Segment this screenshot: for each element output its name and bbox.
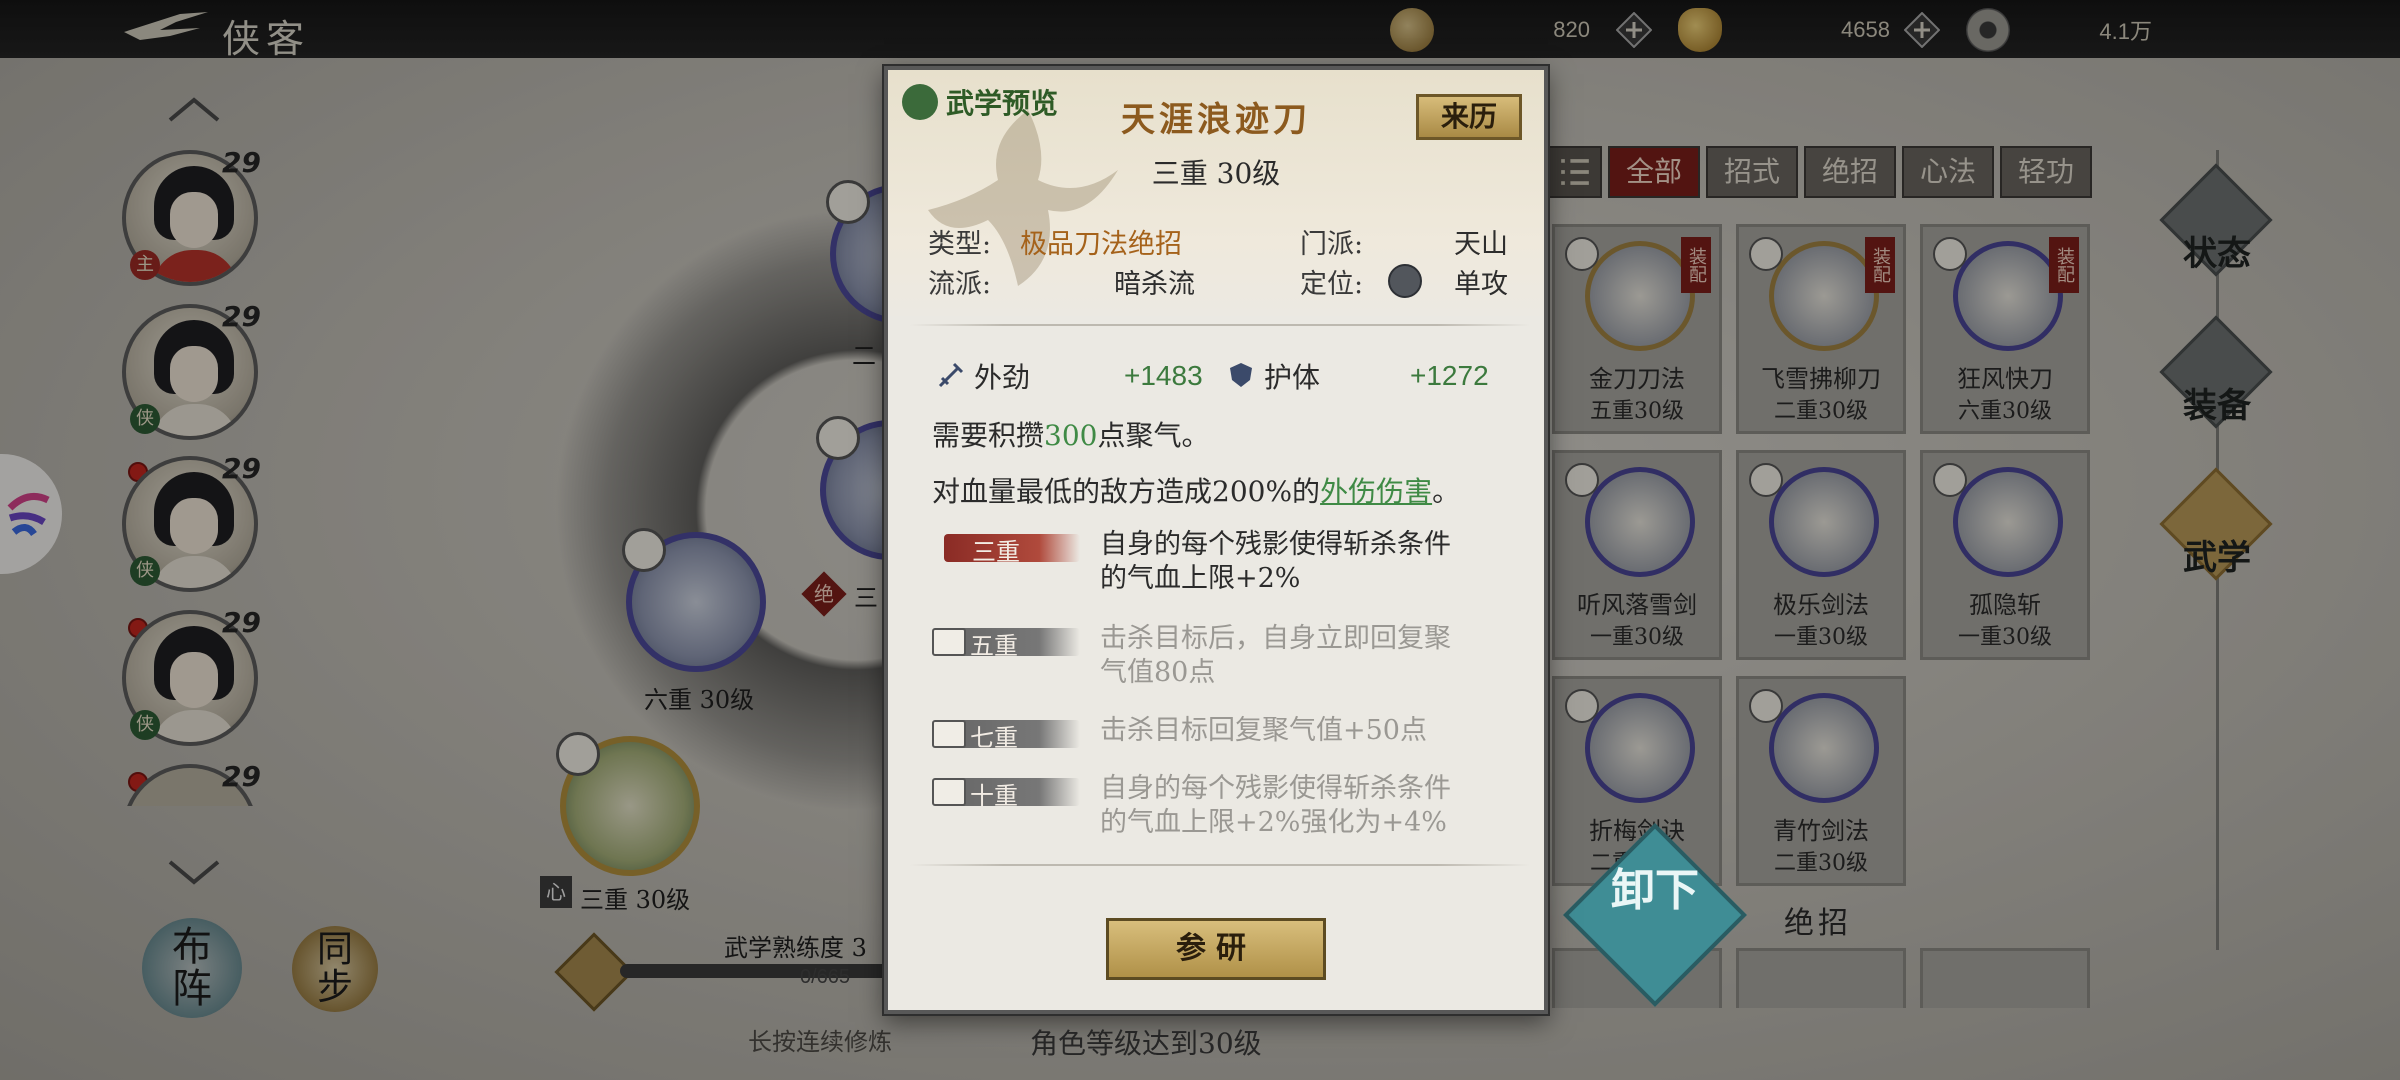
stat-value: +1272 <box>1410 360 1489 391</box>
effect-description: 对血量最低的敌方造成200%的外伤伤害。 <box>932 475 1461 508</box>
divider <box>910 324 1530 326</box>
stat-name: 护体 <box>1264 361 1321 394</box>
attr-sect-label: 门派: <box>1300 229 1364 260</box>
stat-value: +1483 <box>1124 360 1203 391</box>
skill-preview-panel: 武学预览 天涯浪迹刀 三重 30级 来历 类型: 极品刀法绝招 门派: 天山 流… <box>884 66 1548 1014</box>
tier-description: 击杀目标后，自身立即回复聚 气值80点 <box>1100 623 1451 688</box>
tier-badge: 十重 <box>932 774 1082 810</box>
stat-name: 外劲 <box>974 361 1031 394</box>
study-button[interactable]: 参研 <box>1106 918 1326 980</box>
energy-requirement: 需要积攒300点聚气。 <box>932 419 1210 452</box>
attr-type-value: 极品刀法绝招 <box>1020 229 1182 260</box>
attr-school-label: 流派: <box>928 269 992 300</box>
divider <box>910 864 1530 866</box>
tier-description: 击杀目标回复聚气值+50点 <box>1100 715 1427 746</box>
attr-role-label: 定位: <box>1300 269 1364 300</box>
tier-description: 自身的每个残影使得斩杀条件 的气血上限+2%强化为+4% <box>1100 773 1451 838</box>
damage-type-link[interactable]: 外伤伤害 <box>1320 475 1432 508</box>
tier-label: 三重 <box>972 538 1020 566</box>
tier-label: 五重 <box>970 632 1018 660</box>
tier-description: 自身的每个残影使得斩杀条件 的气血上限+2% <box>1100 529 1451 594</box>
level-requirement: 角色等级达到30级 <box>1030 1027 1262 1060</box>
single-target-icon <box>1388 264 1422 298</box>
origin-button[interactable]: 来历 <box>1416 94 1522 140</box>
panel-header: 武学预览 天涯浪迹刀 三重 30级 来历 类型: 极品刀法绝招 门派: 天山 流… <box>888 70 1544 316</box>
lock-icon <box>932 628 966 656</box>
lock-icon <box>932 720 966 748</box>
tier-badge: 七重 <box>932 716 1082 752</box>
unequip-label: 卸下 <box>1611 865 1699 916</box>
attr-school-value: 暗杀流 <box>1114 269 1195 300</box>
tier-badge: 三重 <box>932 530 1082 566</box>
sword-icon <box>938 362 964 388</box>
tier-label: 十重 <box>970 782 1018 810</box>
attr-sect-value: 天山 <box>1454 229 1508 260</box>
skill-tier: 三重 30级 <box>1151 157 1281 190</box>
tier-label: 七重 <box>970 724 1018 752</box>
tier-badge: 五重 <box>932 624 1082 660</box>
shield-icon <box>1230 363 1252 387</box>
attr-type-label: 类型: <box>928 229 992 260</box>
attr-role-value: 单攻 <box>1454 269 1508 300</box>
lock-icon <box>932 778 966 806</box>
